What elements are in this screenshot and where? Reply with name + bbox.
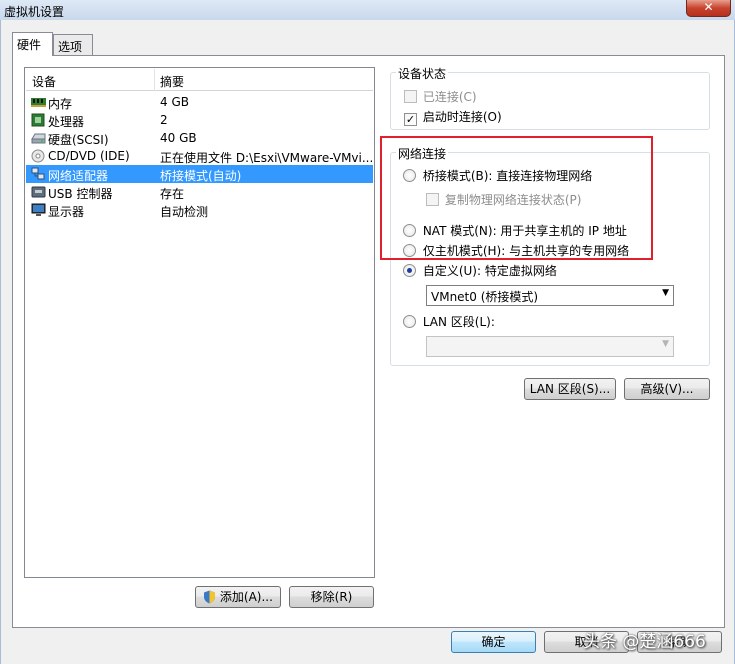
chevron-down-icon: ▼	[662, 339, 669, 349]
device-list-header: 设备 摘要	[26, 69, 373, 91]
device-status-title: 设备状态	[396, 65, 449, 82]
device-summary: 存在	[160, 187, 185, 201]
connect-on-start-label: 启动时连接(O)	[422, 110, 502, 124]
device-row-processor[interactable]: 处理器 2	[26, 111, 373, 129]
lan-segments-label: LAN 区段(S)...	[529, 382, 611, 396]
device-summary: 40 GB	[160, 131, 197, 145]
device-row-monitor[interactable]: 显示器 自动检测	[26, 201, 373, 219]
shield-icon	[204, 590, 216, 604]
custom-radio[interactable]: 自定义(U): 特定虚拟网络	[403, 262, 557, 279]
device-name: 内存	[48, 97, 73, 111]
window-title: 虚拟机设置	[4, 5, 65, 19]
device-row-network-adapter[interactable]: 网络适配器 桥接模式(自动)	[26, 165, 373, 183]
device-row-memory[interactable]: 内存 4 GB	[26, 93, 373, 111]
annotation-highlight-box	[380, 136, 653, 260]
device-summary: 2	[160, 113, 168, 127]
device-name: 硬盘(SCSI)	[48, 133, 109, 147]
device-summary: 自动检测	[160, 205, 209, 219]
ok-button[interactable]: 确定	[451, 631, 536, 653]
remove-device-label: 移除(R)	[310, 590, 353, 604]
device-row-usb[interactable]: USB 控制器 存在	[26, 183, 373, 201]
connected-checkbox[interactable]: 已连接(C)	[404, 88, 477, 105]
connected-label: 已连接(C)	[422, 90, 477, 104]
device-summary: 4 GB	[160, 95, 189, 109]
device-row-harddisk[interactable]: 硬盘(SCSI) 40 GB	[26, 129, 373, 147]
device-name: 显示器	[48, 205, 85, 219]
custom-network-select[interactable]: VMnet0 (桥接模式) ▼	[426, 285, 674, 306]
lan-segment-select[interactable]: ▼	[426, 336, 674, 357]
remove-device-button[interactable]: 移除(R)	[289, 586, 374, 608]
device-summary: 桥接模式(自动)	[160, 169, 242, 183]
column-divider[interactable]	[154, 69, 155, 91]
close-button[interactable]: ✕	[686, 0, 731, 17]
checkbox-box	[404, 90, 417, 103]
cd-dvd-icon	[31, 149, 45, 163]
ok-label: 确定	[481, 635, 506, 649]
radio-circle-selected	[403, 264, 416, 277]
tab-options[interactable]: 选项	[53, 34, 93, 56]
radio-circle	[403, 315, 416, 328]
device-list[interactable]: 设备 摘要 内存 4 GB 处理器 2 硬盘(SCSI) 40 GB CD/DV…	[24, 67, 375, 578]
checkmark-icon: ✓	[404, 113, 417, 126]
add-device-label: 添加(A)...	[219, 590, 273, 604]
memory-icon	[31, 98, 46, 107]
usb-icon	[31, 186, 46, 198]
connect-on-start-checkbox[interactable]: ✓ 启动时连接(O)	[404, 108, 502, 126]
harddisk-icon	[31, 133, 46, 144]
tab-hardware[interactable]: 硬件	[12, 32, 53, 56]
advanced-button[interactable]: 高级(V)...	[624, 378, 710, 400]
add-device-button[interactable]: 添加(A)...	[195, 586, 281, 608]
device-name: 处理器	[48, 115, 85, 129]
tab-hardware-label: 硬件	[17, 38, 42, 52]
custom-network-value: VMnet0 (桥接模式)	[431, 290, 539, 304]
column-device[interactable]: 设备	[32, 73, 56, 90]
chevron-down-icon: ▼	[662, 288, 669, 298]
lan-segments-button[interactable]: LAN 区段(S)...	[524, 378, 616, 400]
device-summary: 正在使用文件 D:\Esxi\VMware-VMvi...	[160, 151, 374, 165]
device-name: CD/DVD (IDE)	[48, 149, 130, 163]
monitor-icon	[31, 203, 46, 216]
column-summary[interactable]: 摘要	[160, 73, 184, 90]
processor-icon	[31, 113, 45, 127]
custom-label: 自定义(U): 特定虚拟网络	[422, 264, 557, 278]
watermark: 头条 @楚涵666	[583, 632, 706, 652]
advanced-label: 高级(V)...	[640, 382, 694, 396]
lan-segment-label: LAN 区段(L):	[422, 315, 495, 329]
tab-options-label: 选项	[58, 40, 83, 54]
network-adapter-icon	[31, 167, 45, 180]
device-name: 网络适配器	[48, 169, 109, 183]
device-name: USB 控制器	[48, 187, 113, 201]
device-row-cd-dvd[interactable]: CD/DVD (IDE) 正在使用文件 D:\Esxi\VMware-VMvi.…	[26, 147, 373, 165]
lan-segment-radio[interactable]: LAN 区段(L):	[403, 313, 495, 330]
title-bar: 虚拟机设置 ✕	[0, 0, 735, 20]
close-icon: ✕	[703, 0, 714, 14]
